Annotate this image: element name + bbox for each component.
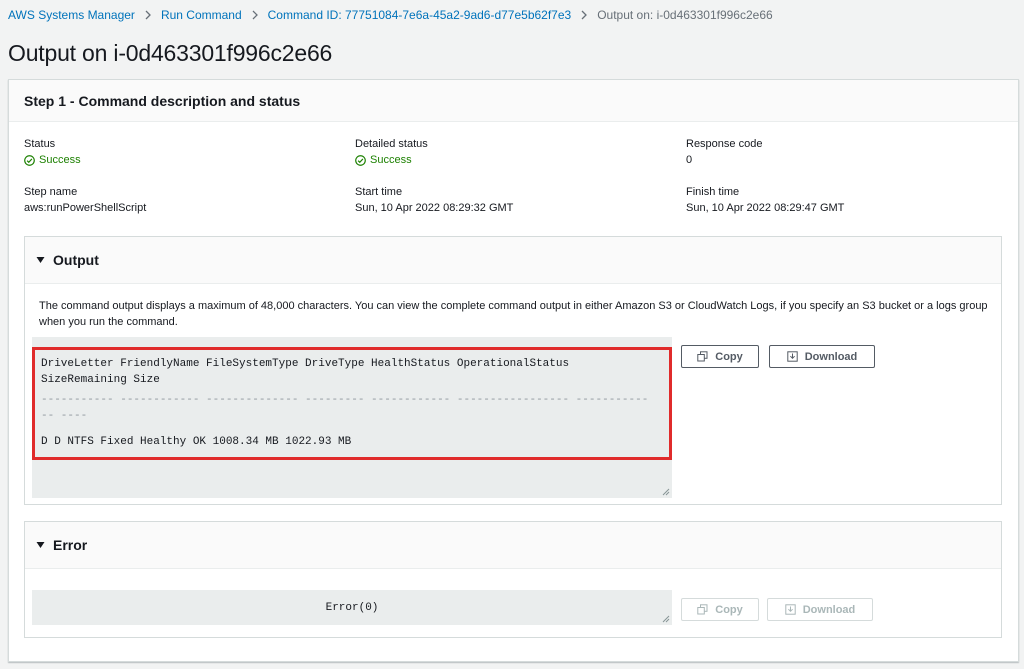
breadcrumb-current: Output on: i-0d463301f996c2e66 [597, 8, 773, 22]
status-field: Status Success [24, 136, 81, 168]
output-panel: Output The command output displays a max… [24, 236, 1002, 505]
resize-handle-icon[interactable] [662, 488, 670, 496]
error-textarea[interactable]: Error(0) [32, 590, 672, 625]
output-separator: -- ---- [41, 410, 88, 422]
output-line: SizeRemaining Size [41, 374, 160, 386]
check-circle-icon [355, 154, 366, 166]
detailed-status-label: Detailed status [355, 138, 428, 150]
output-separator: ----------- ------------ -------------- … [41, 394, 649, 406]
step-title: Step 1 - Command description and status [24, 93, 301, 109]
start-time-label: Start time [355, 186, 403, 198]
caret-down-icon [36, 257, 45, 263]
breadcrumb-systems-manager[interactable]: AWS Systems Manager [8, 8, 135, 22]
output-title: Output [53, 252, 99, 268]
step-panel-header: Step 1 - Command description and status [9, 80, 1018, 122]
status-text: Success [39, 154, 81, 166]
finish-time-label: Finish time [686, 186, 740, 198]
status-label: Status [24, 138, 56, 150]
response-code-field: Response code 0 [686, 136, 762, 168]
start-time-field: Start time Sun, 10 Apr 2022 08:29:32 GMT [355, 184, 513, 216]
output-line: D D NTFS Fixed Healthy OK 1008.34 MB 102… [41, 436, 352, 448]
copy-icon [697, 351, 708, 362]
caret-down-icon [36, 542, 45, 548]
output-textarea[interactable]: DriveLetter FriendlyName FileSystemType … [32, 337, 672, 498]
error-content: Error(0) [325, 601, 379, 614]
output-download-button[interactable]: Download [769, 345, 875, 368]
error-title: Error [53, 537, 88, 553]
breadcrumb-command-id[interactable]: Command ID: 77751084-7e6a-45a2-9ad6-d77e… [268, 8, 572, 22]
breadcrumb: AWS Systems Manager Run Command Command … [8, 7, 773, 23]
output-download-label: Download [804, 350, 858, 363]
output-panel-toggle[interactable]: Output [25, 237, 1001, 284]
error-copy-label: Copy [715, 603, 743, 616]
step-panel: Step 1 - Command description and status … [8, 79, 1019, 662]
output-copy-button[interactable]: Copy [681, 345, 759, 368]
error-panel-toggle[interactable]: Error [25, 522, 1001, 569]
response-code-label: Response code [686, 138, 763, 150]
step-name-field: Step name aws:runPowerShellScript [24, 184, 146, 216]
download-icon [787, 351, 798, 362]
error-panel: Error Error(0) Copy Download [24, 521, 1002, 638]
finish-time-field: Finish time Sun, 10 Apr 2022 08:29:47 GM… [686, 184, 844, 216]
download-icon [785, 604, 796, 615]
output-description: The command output displays a maximum of… [39, 300, 988, 328]
error-download-label: Download [802, 603, 856, 616]
response-code-value: 0 [686, 154, 693, 166]
error-download-button[interactable]: Download [767, 598, 873, 621]
detailed-status-field: Detailed status Success [355, 136, 428, 168]
step-name-label: Step name [24, 186, 78, 198]
status-value: Success [24, 152, 81, 168]
chevron-right-icon [144, 10, 152, 20]
breadcrumb-run-command[interactable]: Run Command [161, 8, 242, 22]
page-title: Output on i-0d463301f996c2e66 [8, 40, 333, 66]
output-highlight: DriveLetter FriendlyName FileSystemType … [32, 347, 672, 460]
copy-icon [697, 604, 708, 615]
resize-handle-icon[interactable] [662, 615, 670, 623]
detailed-status-value: Success [355, 152, 428, 168]
start-time-value: Sun, 10 Apr 2022 08:29:32 GMT [355, 202, 514, 214]
output-copy-label: Copy [715, 350, 743, 363]
finish-time-value: Sun, 10 Apr 2022 08:29:47 GMT [686, 202, 845, 214]
error-copy-button[interactable]: Copy [681, 598, 759, 621]
chevron-right-icon [251, 10, 259, 20]
check-circle-icon [24, 154, 35, 166]
chevron-right-icon [580, 10, 588, 20]
output-line: DriveLetter FriendlyName FileSystemType … [41, 358, 570, 370]
step-name-value: aws:runPowerShellScript [24, 202, 147, 214]
detailed-status-text: Success [370, 154, 412, 166]
